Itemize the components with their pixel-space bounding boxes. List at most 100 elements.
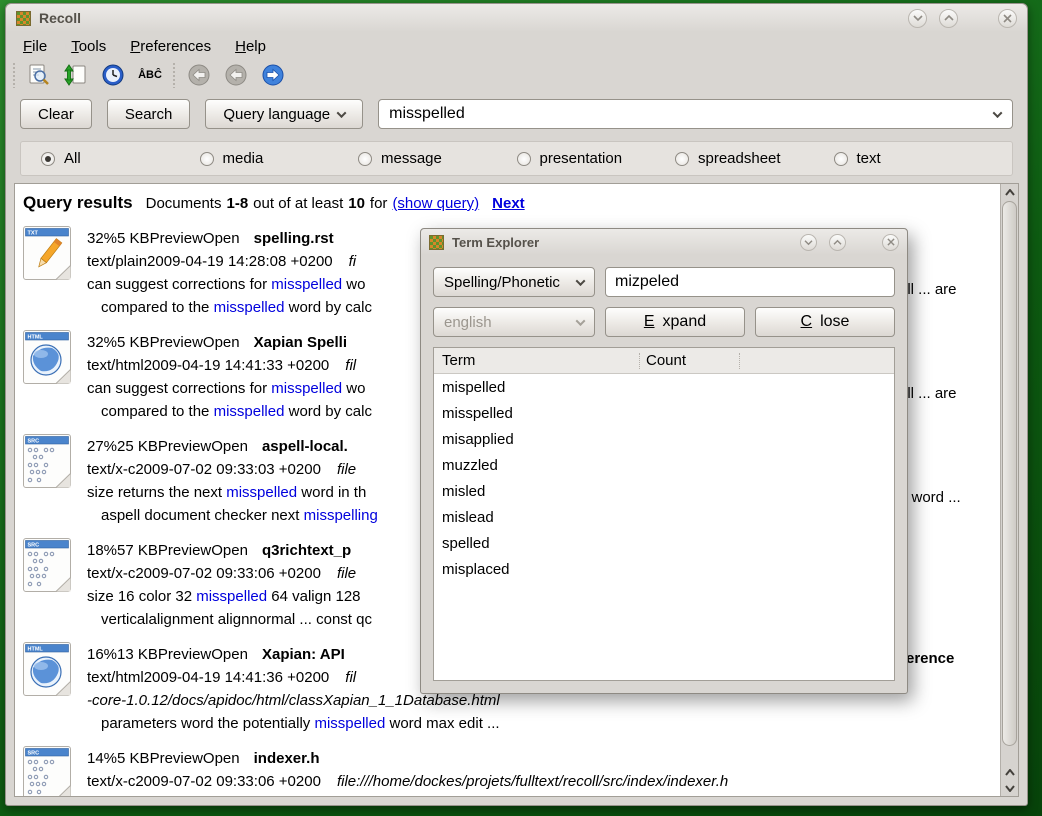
preview-link[interactable]: Preview (150, 750, 203, 767)
term-row[interactable]: muzzled (434, 452, 894, 478)
dialog-maximize-button[interactable] (829, 234, 846, 251)
filter-all[interactable]: All (41, 150, 200, 167)
term-row[interactable]: mispelled (434, 374, 894, 400)
term-cell[interactable]: misled (442, 483, 639, 500)
filter-media[interactable]: media (200, 150, 359, 167)
expand-button[interactable]: Expand (605, 307, 745, 337)
filter-text[interactable]: text (834, 150, 993, 167)
term-explorer-button[interactable]: ÅBĈ (135, 61, 165, 89)
svg-text:SRC: SRC (28, 543, 40, 549)
menu-file[interactable]: File (14, 35, 56, 58)
term-row[interactable]: spelled (434, 530, 894, 556)
query-results-title: Query results (23, 193, 133, 213)
preview-link[interactable]: Preview (158, 542, 211, 559)
expansion-mode-dropdown[interactable]: Spelling/Phonetic (433, 267, 595, 297)
open-link[interactable]: Open (203, 230, 240, 247)
search-button[interactable]: Search (107, 99, 191, 129)
result-relevance: 16% (87, 646, 117, 663)
scroll-up-button[interactable] (1001, 184, 1018, 200)
svg-text:SRC: SRC (28, 439, 40, 445)
result-size: 13 KB (117, 646, 158, 663)
scroll-down-button[interactable] (1001, 780, 1018, 796)
dialog-titlebar[interactable]: Term Explorer (421, 229, 907, 255)
maximize-button[interactable] (939, 9, 958, 28)
truncated-title-fragment: erence (906, 650, 954, 667)
term-row[interactable]: misapplied (434, 426, 894, 452)
menu-preferences[interactable]: Preferences (121, 35, 220, 58)
circle-arrow-left-icon (187, 63, 211, 87)
result-title: aspell-local. (262, 438, 348, 455)
open-link[interactable]: Open (211, 542, 248, 559)
previous-result-button[interactable] (221, 61, 251, 89)
filter-message[interactable]: message (358, 150, 517, 167)
sort-parameters-button[interactable] (61, 61, 91, 89)
chevron-up-icon (1005, 769, 1015, 776)
close-dialog-button[interactable]: Close (755, 307, 895, 337)
open-link[interactable]: Open (211, 438, 248, 455)
radio-button-icon[interactable] (517, 152, 531, 166)
snippet-text: wo (342, 380, 365, 397)
advanced-search-button[interactable] (24, 61, 54, 89)
back-page-button[interactable] (184, 61, 214, 89)
open-link[interactable]: Open (203, 334, 240, 351)
window-titlebar[interactable]: Recoll (6, 4, 1027, 32)
term-cell[interactable]: misspelled (442, 405, 639, 422)
open-link[interactable]: Open (211, 646, 248, 663)
minimize-button[interactable] (908, 9, 927, 28)
snippet-text: size 16 color 32 (87, 588, 196, 605)
dialog-close-button[interactable] (882, 234, 899, 251)
preview-link[interactable]: Preview (158, 646, 211, 663)
filter-spreadsheet[interactable]: spreadsheet (675, 150, 834, 167)
filter-presentation[interactable]: presentation (517, 150, 676, 167)
term-row[interactable]: misled (434, 478, 894, 504)
count-column-header[interactable]: Count (639, 353, 739, 369)
document-history-button[interactable] (98, 61, 128, 89)
search-input[interactable] (378, 99, 1013, 129)
term-cell[interactable]: misplaced (442, 561, 639, 578)
snippet-text: word max edit ... (385, 715, 499, 732)
html-file-icon: HTML (23, 330, 71, 384)
term-row[interactable]: misspelled (434, 400, 894, 426)
next-page-link[interactable]: Next (492, 195, 525, 212)
chevron-up-icon (833, 239, 842, 246)
clear-button[interactable]: Clear (20, 99, 92, 129)
preview-link[interactable]: Preview (150, 230, 203, 247)
term-cell[interactable]: muzzled (442, 457, 639, 474)
preview-link[interactable]: Preview (150, 334, 203, 351)
term-cell[interactable]: spelled (442, 535, 639, 552)
toolbar-handle[interactable] (172, 62, 177, 88)
term-cell[interactable]: mislead (442, 509, 639, 526)
filter-label: media (223, 150, 264, 167)
radio-button-icon[interactable] (358, 152, 372, 166)
scrollbar-thumb[interactable] (1002, 201, 1017, 746)
radio-button-icon[interactable] (200, 152, 214, 166)
highlighted-term: misspelled (271, 276, 342, 293)
term-cell[interactable]: misapplied (442, 431, 639, 448)
window-title: Recoll (39, 10, 896, 26)
open-link[interactable]: Open (203, 750, 240, 767)
term-column-header[interactable]: Term (434, 352, 639, 369)
term-input[interactable] (605, 267, 895, 297)
toolbar-handle[interactable] (12, 62, 17, 88)
term-table-header[interactable]: Term Count (434, 348, 894, 374)
close-button[interactable] (998, 9, 1017, 28)
dialog-minimize-button[interactable] (800, 234, 817, 251)
term-row[interactable]: mislead (434, 504, 894, 530)
radio-button-icon[interactable] (834, 152, 848, 166)
next-result-button[interactable] (258, 61, 288, 89)
show-query-link[interactable]: (show query) (392, 195, 479, 212)
snippet-text: word by calc (284, 299, 372, 316)
radio-button-icon[interactable] (675, 152, 689, 166)
menu-tools[interactable]: Tools (62, 35, 115, 58)
scroll-up-button[interactable] (1001, 764, 1018, 780)
menu-help[interactable]: Help (226, 35, 275, 58)
term-cell[interactable]: mispelled (442, 379, 639, 396)
preview-link[interactable]: Preview (158, 438, 211, 455)
src-file-icon: SRC (23, 746, 71, 797)
radio-button-icon[interactable] (41, 152, 55, 166)
result-relevance: 14% (87, 750, 117, 767)
term-row[interactable]: misplaced (434, 556, 894, 582)
query-mode-dropdown[interactable]: Query language (205, 99, 363, 129)
language-dropdown[interactable]: english (433, 307, 595, 337)
results-scrollbar[interactable] (1000, 184, 1018, 796)
